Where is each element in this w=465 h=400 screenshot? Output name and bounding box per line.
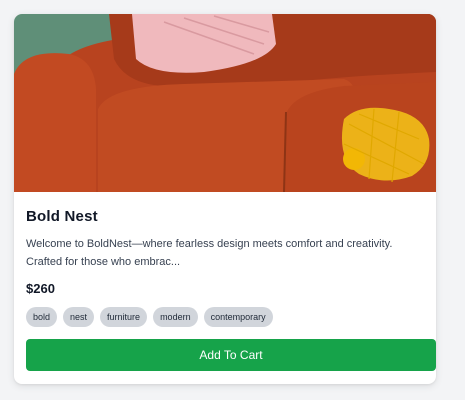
add-to-cart-button[interactable]: Add To Cart	[26, 339, 436, 371]
product-image[interactable]	[14, 14, 436, 192]
tag-list: bold nest furniture modern contemporary	[26, 307, 424, 327]
product-card: Bold Nest Welcome to BoldNest—where fear…	[14, 14, 436, 384]
tag-chip: contemporary	[203, 307, 273, 327]
product-price: $260	[26, 281, 55, 296]
tag-chip: furniture	[100, 307, 148, 327]
product-description: Welcome to BoldNest—where fearless desig…	[26, 238, 393, 268]
tag-chip: nest	[63, 307, 95, 327]
product-title: Bold Nest	[26, 208, 98, 225]
tag-chip: modern	[153, 307, 198, 327]
tag-chip: bold	[26, 307, 58, 327]
